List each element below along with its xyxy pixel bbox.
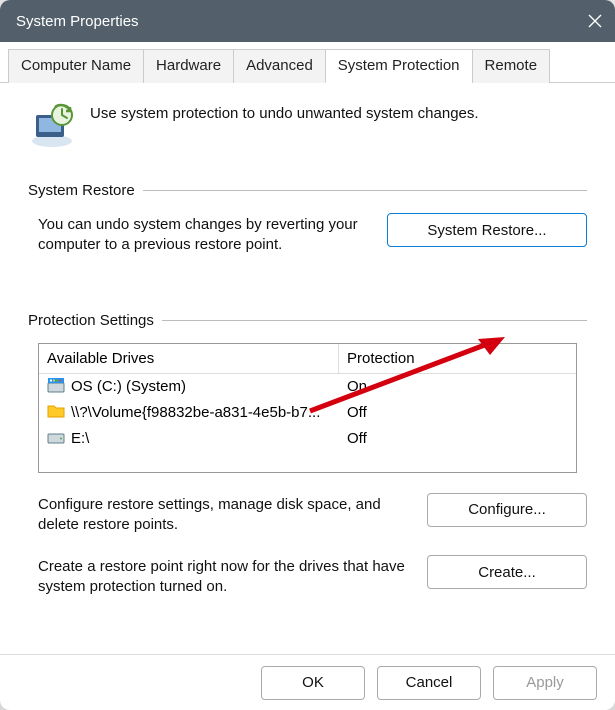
tab-advanced[interactable]: Advanced bbox=[233, 49, 326, 83]
tab-hardware[interactable]: Hardware bbox=[143, 49, 234, 83]
drive-name: E:\ bbox=[71, 430, 89, 447]
system-restore-legend: System Restore bbox=[28, 182, 143, 199]
titlebar: System Properties bbox=[0, 0, 615, 42]
cancel-button[interactable]: Cancel bbox=[377, 666, 481, 700]
create-button[interactable]: Create... bbox=[427, 555, 587, 589]
configure-text: Configure restore settings, manage disk … bbox=[28, 493, 411, 536]
close-button[interactable] bbox=[575, 0, 615, 42]
table-row[interactable]: \\?\Volume{f98832be-a831-4e5b-b7... Off bbox=[39, 400, 576, 426]
drive-protection: Off bbox=[339, 426, 576, 452]
intro-section: Use system protection to undo unwanted s… bbox=[28, 101, 587, 154]
tab-computer-name[interactable]: Computer Name bbox=[8, 49, 144, 83]
table-row[interactable]: OS (C:) (System) On bbox=[39, 374, 576, 400]
folder-icon bbox=[47, 403, 65, 423]
system-protection-icon bbox=[28, 101, 76, 154]
window-title: System Properties bbox=[16, 13, 139, 30]
tab-system-protection[interactable]: System Protection bbox=[325, 49, 473, 83]
configure-button[interactable]: Configure... bbox=[427, 493, 587, 527]
intro-text: Use system protection to undo unwanted s… bbox=[90, 101, 479, 122]
system-restore-button[interactable]: System Restore... bbox=[387, 213, 587, 247]
apply-button[interactable]: Apply bbox=[493, 666, 597, 700]
system-restore-section: System Restore You can undo system chang… bbox=[28, 182, 587, 256]
close-icon bbox=[588, 14, 602, 28]
drive-protection: On bbox=[339, 374, 576, 400]
header-protection[interactable]: Protection bbox=[339, 344, 576, 374]
system-restore-text: You can undo system changes by reverting… bbox=[28, 213, 371, 256]
drive-name: OS (C:) (System) bbox=[71, 378, 186, 395]
drive-name: \\?\Volume{f98832be-a831-4e5b-b7... bbox=[71, 404, 320, 421]
ok-button[interactable]: OK bbox=[261, 666, 365, 700]
protection-settings-legend: Protection Settings bbox=[28, 312, 162, 329]
tab-body: Use system protection to undo unwanted s… bbox=[0, 83, 615, 654]
drive-protection: Off bbox=[339, 400, 576, 426]
protection-settings-section: Protection Settings Available Drives Pro… bbox=[28, 312, 587, 602]
table-header: Available Drives Protection bbox=[39, 344, 576, 374]
header-available-drives[interactable]: Available Drives bbox=[39, 344, 339, 374]
table-row[interactable]: E:\ Off bbox=[39, 426, 576, 452]
system-properties-dialog: System Properties Computer Name Hardware… bbox=[0, 0, 615, 710]
divider bbox=[162, 320, 587, 321]
tab-strip: Computer Name Hardware Advanced System P… bbox=[0, 42, 615, 83]
dialog-footer: OK Cancel Apply bbox=[0, 654, 615, 710]
divider bbox=[143, 190, 587, 191]
disk-drive-icon bbox=[47, 429, 65, 449]
create-text: Create a restore point right now for the… bbox=[28, 555, 411, 598]
tab-remote[interactable]: Remote bbox=[472, 49, 551, 83]
drives-table: Available Drives Protection OS (C:) (Sys… bbox=[38, 343, 577, 473]
os-drive-icon bbox=[47, 377, 65, 397]
